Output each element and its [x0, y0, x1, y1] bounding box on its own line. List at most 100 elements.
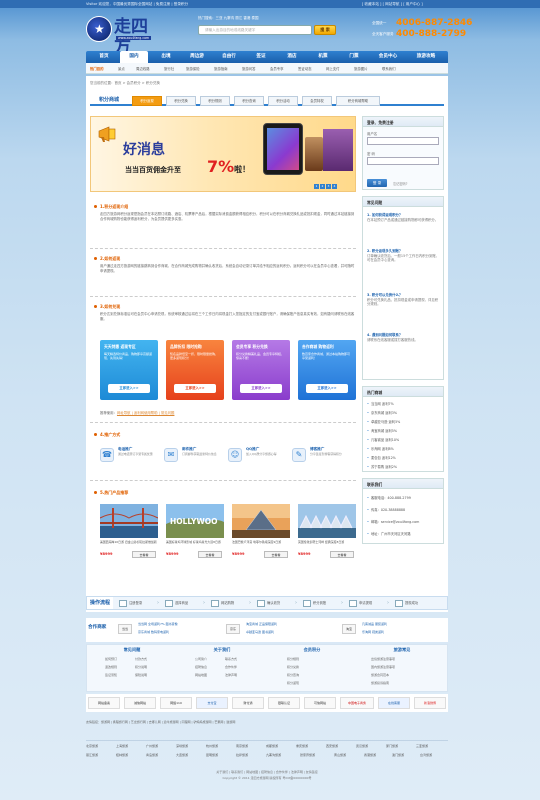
- subnav-item[interactable]: 会员专享: [270, 66, 284, 71]
- footer-link[interactable]: 出境旅游注意事项: [371, 657, 395, 661]
- promo-banner[interactable]: 好消息 当当百货佣金升至 7%啦！ 1234: [90, 116, 356, 192]
- city-link[interactable]: 西安旅游: [326, 744, 338, 748]
- nav-item[interactable]: 酒店: [278, 51, 306, 63]
- product-card[interactable]: 美国西海岸10日游 旧金山洛杉矶拉斯维加斯 ¥8999 去看看: [100, 504, 158, 560]
- hot-mall-link[interactable]: 麦包包 返利12%: [367, 455, 396, 460]
- footer-link[interactable]: 积分查询: [287, 673, 299, 677]
- tab[interactable]: 积分规则: [200, 96, 230, 106]
- trust-badge[interactable]: 诚信网站: [124, 697, 156, 709]
- tab[interactable]: 积分活动: [268, 96, 298, 106]
- footer-link[interactable]: 国内旅游注意事项: [371, 665, 395, 669]
- subnav-item[interactable]: 旅游保险: [186, 66, 200, 71]
- footer-link[interactable]: 退改规则: [105, 665, 117, 669]
- tab[interactable]: 积分兑换: [166, 96, 196, 106]
- trust-badge[interactable]: 支付宝: [196, 697, 228, 709]
- partner-link[interactable]: 凡客诚品 服装返利: [362, 622, 387, 626]
- city-link[interactable]: 桂林旅游: [116, 753, 128, 757]
- entry-card-button[interactable]: 立即进入>>: [306, 384, 348, 393]
- city-link[interactable]: 丽江旅游: [86, 753, 98, 757]
- city-link[interactable]: 南京旅游: [236, 744, 248, 748]
- entry-card[interactable]: 天天特惠 返现专区 每天精选特价商品，购物即享高额返现，先到先得！ 立即进入>>: [100, 340, 158, 400]
- faq-item[interactable]: 4. 遇到问题如何联系？ 请联系在线客服或拨打客服热线。: [367, 333, 441, 342]
- city-link[interactable]: 三亚旅游: [416, 744, 428, 748]
- nav-item[interactable]: 机票: [309, 51, 337, 63]
- nav-item[interactable]: 旅游攻略: [408, 51, 444, 63]
- footer-link[interactable]: 合作伙伴: [225, 665, 237, 669]
- city-link[interactable]: 大连旅游: [176, 753, 188, 757]
- weibo-badge[interactable]: 新浪微博: [414, 697, 446, 709]
- city-link[interactable]: 北京旅游: [86, 744, 98, 748]
- entry-card-button[interactable]: 立即进入>>: [174, 384, 216, 393]
- tab[interactable]: 会员特权: [302, 96, 332, 106]
- tab[interactable]: 积分商城帮助: [336, 96, 380, 106]
- city-link[interactable]: 青岛旅游: [146, 753, 158, 757]
- subnav-item[interactable]: 旅行社: [164, 66, 174, 71]
- footer-link[interactable]: 积分返现: [287, 681, 299, 685]
- footer-link[interactable]: 积分兑换: [287, 665, 299, 669]
- city-link[interactable]: 厦门旅游: [386, 744, 398, 748]
- entry-card-button[interactable]: 立即进入>>: [240, 384, 282, 393]
- banner-pager-dot[interactable]: 4: [332, 184, 337, 189]
- password-input[interactable]: [367, 157, 439, 165]
- trust-badge[interactable]: 银联认证: [268, 697, 300, 709]
- footer-link[interactable]: 付款方式: [135, 657, 147, 661]
- city-link[interactable]: 张家界旅游: [300, 753, 315, 757]
- nav-item[interactable]: 自由行: [215, 51, 243, 63]
- trust-badge[interactable]: 可信网站: [304, 697, 336, 709]
- nav-item[interactable]: 签证: [247, 51, 275, 63]
- city-link[interactable]: 杭州旅游: [206, 744, 218, 748]
- city-link[interactable]: 拉萨旅游: [236, 753, 248, 757]
- product-button[interactable]: 去看看: [330, 551, 354, 558]
- partner-link[interactable]: 卓越亚马逊 图书返利: [246, 630, 274, 634]
- footer-link[interactable]: 旅游合同范本: [371, 673, 389, 677]
- search-hot-words[interactable]: 热门搜索：三亚 九寨沟 丽江 香港 泰国: [198, 16, 258, 21]
- entry-card[interactable]: 合作商城 购物返利 数百家合作商城，通过本站购物即可享受返利！ 立即进入>>: [298, 340, 356, 400]
- promo-method[interactable]: ☎ 电话推广 通过电话预订享受专属优惠: [100, 446, 160, 470]
- footer-link[interactable]: 招聘信息: [195, 665, 207, 669]
- subnav-item[interactable]: 签证动态: [298, 66, 312, 71]
- login-button[interactable]: 登 录: [367, 179, 387, 187]
- footer-link[interactable]: 联系方式: [225, 657, 237, 661]
- hot-mall-link[interactable]: 卓越亚马逊 返利5%: [367, 419, 400, 424]
- product-button[interactable]: 去看看: [132, 551, 156, 558]
- footer-nav-links[interactable]: 关于我们 | 联系我们 | 网站地图 | 招聘信息 | 合作伙伴 | 法律声明 …: [86, 770, 448, 774]
- nav-item-active[interactable]: 国内: [120, 51, 148, 63]
- friend-links-text[interactable]: 友情链接：旅游网 | 携程旅行网 | 艺龙旅行网 | 去哪儿网 | 途牛旅游网 …: [86, 720, 235, 724]
- site-logo[interactable]: ★ 走四方 www.zou4fang.com: [86, 16, 164, 57]
- nav-item[interactable]: 会员中心: [371, 51, 405, 63]
- city-link[interactable]: 广州旅游: [146, 744, 158, 748]
- subnav-item[interactable]: 旅游指南: [214, 66, 228, 71]
- promo-method[interactable]: ☺ QQ推广 加入QQ群分享旅游心得: [228, 446, 288, 470]
- username-input[interactable]: [367, 137, 439, 145]
- faq-item[interactable]: 1. 如何获得返现积分？ 在本站预订产品或通过链接购物即可获得积分。: [367, 213, 441, 222]
- partner-link[interactable]: 京东商城 数码家电返利: [138, 630, 169, 634]
- subnav-item[interactable]: 旅游图片: [354, 66, 368, 71]
- promo-method[interactable]: ✎ 博客推广 分享链接到博客获得积分: [292, 446, 352, 470]
- partner-link[interactable]: 淘宝商城 正品保障返利: [246, 622, 277, 626]
- footer-link[interactable]: 旅游投诉指南: [371, 681, 389, 685]
- nav-item[interactable]: 门票: [340, 51, 368, 63]
- banner-pager-dot[interactable]: 1: [314, 184, 319, 189]
- entry-card-button[interactable]: 立即进入>>: [108, 384, 150, 393]
- subnav-item[interactable]: 景点: [118, 66, 125, 71]
- product-card[interactable]: 英国伦敦泰晤士河畔 经典深度8日游 ¥8999 去看看: [298, 504, 356, 560]
- partner-logo[interactable]: 京东: [226, 624, 240, 634]
- city-link[interactable]: 深圳旅游: [176, 744, 188, 748]
- product-card[interactable]: HOLLYWOO 美国好莱坞环球影城 好莱坞星光大道8日游 ¥8999 去看看: [166, 504, 224, 560]
- banner-pager-dot[interactable]: 2: [320, 184, 325, 189]
- nav-item[interactable]: 出境: [152, 51, 180, 63]
- product-card[interactable]: 法国巴黎卢浮宫 埃菲尔铁塔深度9日游 ¥8999 去看看: [232, 504, 290, 560]
- city-link[interactable]: 上海旅游: [116, 744, 128, 748]
- top-bar-welcome[interactable]: Visitor 欢迎您，中国最优秀国际全国网站 | 免费注册 | 登录积分: [86, 2, 188, 7]
- product-button[interactable]: 去看看: [198, 551, 222, 558]
- subnav-item[interactable]: 联系我们: [382, 66, 396, 71]
- footer-link[interactable]: 积分说明: [135, 665, 147, 669]
- subnav-item[interactable]: 周边线路: [136, 66, 150, 71]
- search-button[interactable]: 搜 索: [314, 25, 336, 35]
- trust-badge[interactable]: 网站备案: [88, 697, 120, 709]
- footer-link[interactable]: 保险说明: [135, 673, 147, 677]
- tab[interactable]: 积分查询: [234, 96, 264, 106]
- city-link[interactable]: 香港旅游: [364, 753, 376, 757]
- banner-pager-dot[interactable]: 3: [326, 184, 331, 189]
- footer-link[interactable]: 网站地图: [195, 673, 207, 677]
